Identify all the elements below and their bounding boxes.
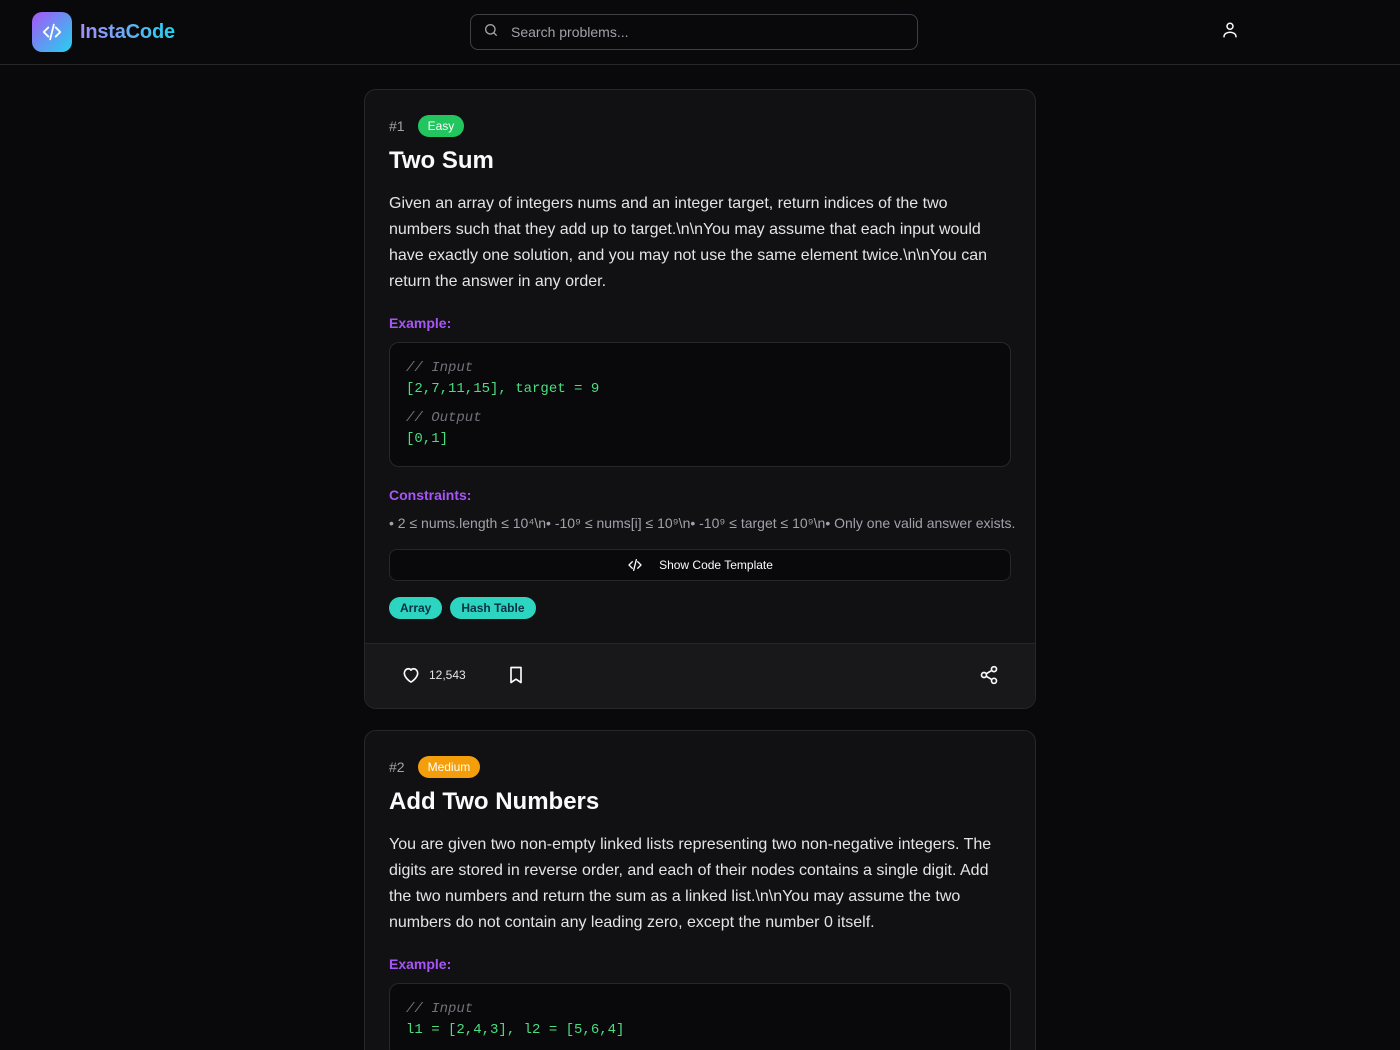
app-name: InstaCode	[80, 20, 175, 43]
input-comment: // Input	[406, 360, 474, 376]
show-code-template-label: Show Code Template	[659, 558, 773, 572]
card-footer: 12,543	[365, 643, 1035, 708]
constraints-label: Constraints:	[389, 487, 472, 503]
tag-array[interactable]: Array	[389, 597, 443, 619]
like-count: 12,543	[429, 668, 466, 682]
problem-card: #2 Medium Add Two Numbers You are given …	[364, 730, 1036, 1050]
bookmark-icon	[510, 666, 522, 684]
like-button[interactable]: 12,543	[401, 665, 466, 685]
problem-number: #2	[389, 759, 405, 775]
example-input: [2,7,11,15], target = 9	[406, 381, 600, 397]
heart-icon	[403, 667, 419, 683]
tag-list: Array Hash Table	[389, 597, 1011, 619]
problem-description: Given an array of integers nums and an i…	[389, 195, 987, 290]
example-label: Example:	[389, 315, 452, 331]
code-icon	[628, 559, 642, 571]
problem-number: #1	[389, 118, 405, 134]
share-button[interactable]	[979, 665, 999, 690]
tag-hash-table[interactable]: Hash Table	[450, 597, 536, 619]
code-icon	[32, 12, 72, 52]
example-code-block: // Input [2,7,11,15], target = 9 // Outp…	[389, 342, 1011, 467]
problem-title[interactable]: Add Two Numbers	[389, 787, 1011, 817]
difficulty-badge: Medium	[417, 756, 481, 778]
difficulty-badge: Easy	[417, 115, 465, 137]
search-bar[interactable]	[470, 14, 918, 50]
search-icon	[483, 22, 499, 43]
example-label: Example:	[389, 956, 452, 972]
output-comment: // Output	[406, 410, 482, 426]
example-input: l1 = [2,4,3], l2 = [5,6,4]	[406, 1022, 625, 1038]
input-comment: // Input	[406, 1001, 474, 1017]
constraints-text: • 2 ≤ nums.length ≤ 10⁴\n• -10⁹ ≤ nums[i…	[389, 515, 1016, 531]
share-icon	[980, 665, 998, 685]
example-output: [0,1]	[406, 431, 449, 447]
example-code-block: // Input l1 = [2,4,3], l2 = [5,6,4]	[389, 983, 1011, 1050]
problem-card: #1 Easy Two Sum Given an array of intege…	[364, 89, 1036, 709]
problem-description: You are given two non-empty linked lists…	[389, 836, 992, 931]
search-input[interactable]	[511, 24, 891, 40]
problem-title[interactable]: Two Sum	[389, 146, 1011, 176]
user-profile-button[interactable]	[1218, 20, 1242, 44]
top-header: InstaCode	[0, 0, 1400, 65]
show-code-template-button[interactable]: Show Code Template	[389, 549, 1011, 581]
app-logo[interactable]: InstaCode	[32, 12, 175, 52]
user-icon	[1221, 21, 1239, 44]
bookmark-button[interactable]	[506, 665, 526, 690]
